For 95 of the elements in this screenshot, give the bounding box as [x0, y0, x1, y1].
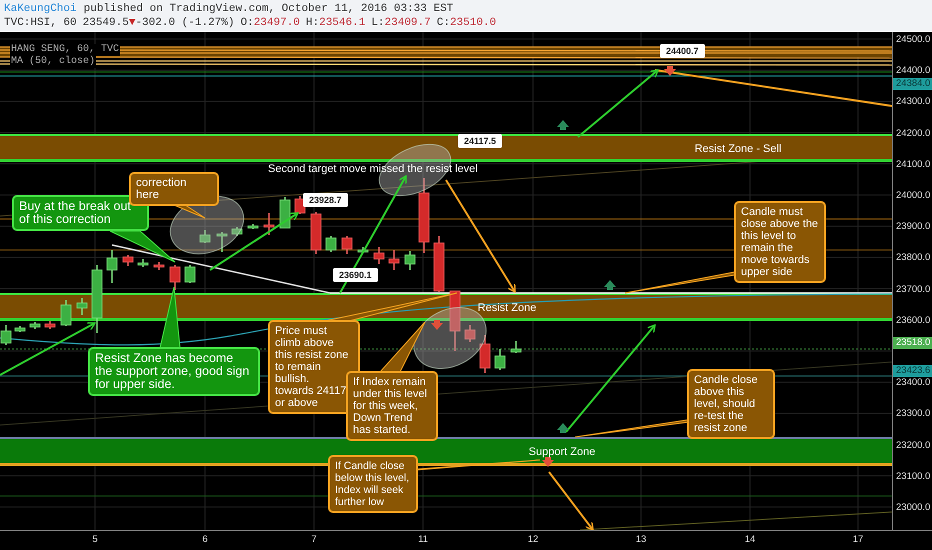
symbol-label: TVC:HSI, 60: [4, 16, 77, 30]
axis-tick-label: 23300.0: [896, 408, 930, 420]
candlestick: [14, 326, 26, 332]
zone-label: Resist Zone - Sell: [694, 142, 782, 156]
price-label: 23928.7: [303, 193, 348, 207]
axis-tick-label: 23000.0: [896, 502, 930, 513]
callout-pointer: [110, 230, 176, 262]
axis-tick-label: 23900.0: [896, 221, 930, 232]
candlestick: [310, 212, 322, 254]
axis-tick-label: 23200.0: [896, 440, 930, 451]
candlestick: [248, 224, 258, 229]
legend-text: MA (50, close): [10, 56, 96, 68]
axis-tick-label: 13: [636, 534, 646, 546]
chart-note: Second target move missed the resist level: [268, 163, 478, 176]
candlestick: [358, 247, 368, 253]
price-label: 24400.7: [660, 44, 705, 58]
candlestick: [0, 325, 12, 345]
down-arrow-icon: [664, 66, 676, 76]
axis-tick-label: 6: [202, 534, 208, 546]
callout: Candle close above this level, should re-test the resist zone: [687, 369, 775, 439]
candlestick: [200, 230, 210, 243]
candlestick: [76, 298, 88, 315]
candlestick: [494, 349, 506, 370]
axis-tick-label: 24100.0: [896, 158, 930, 170]
down-arrow-icon: [542, 457, 554, 467]
down-arrow-icon: ▼: [128, 16, 136, 30]
price-label: 23690.1: [333, 268, 378, 282]
zone-label: Resist Zone: [478, 302, 536, 314]
candlestick: [480, 335, 490, 373]
down-arrow-icon: [431, 320, 443, 330]
trend-arrow: [548, 471, 594, 530]
axis-tick-label: 12: [528, 534, 538, 546]
candlestick: [138, 259, 148, 267]
candlestick: [232, 227, 242, 236]
axis-tick-label: 11: [418, 534, 428, 546]
axis-tick-label: 23600.0: [896, 314, 930, 326]
candlestick: [264, 213, 274, 235]
ohlc-value: 23546.1: [319, 16, 366, 30]
zone-label: Support Zone: [528, 446, 596, 459]
axis-tick-label: 23100.0: [896, 470, 930, 482]
candlestick: [510, 341, 522, 353]
author-link[interactable]: KaKeungChoi: [4, 2, 77, 16]
ohlc-label: O:: [240, 16, 254, 30]
candlestick: [280, 197, 290, 228]
axis-tick-label: 14: [744, 534, 756, 546]
candlestick: [464, 325, 476, 342]
candlestick: [122, 255, 134, 266]
ohlc-value: 23510.0: [450, 16, 496, 30]
candlestick: [404, 251, 416, 270]
price-change: -302.0 (-1.27%): [135, 16, 234, 30]
callout: Resist Zone has become the support zone, good sign for upper side.: [88, 347, 260, 396]
up-arrow-icon: [604, 280, 616, 290]
candlestick: [216, 232, 228, 252]
axis-tick-label: 23800.0: [896, 252, 930, 264]
candlestick: [30, 322, 40, 329]
axis-tick-label: 24200.0: [896, 128, 930, 139]
callout: If Candle close below this level, Index will seek further low: [328, 455, 418, 513]
up-arrow-icon: [557, 120, 569, 130]
axis-tick-label: 24500.0: [896, 34, 930, 45]
axis-tick-label: 23400.0: [896, 377, 930, 388]
ohlc-value: 23409.7: [384, 16, 431, 30]
price-badge: 24384.0: [893, 78, 932, 90]
publish-info: published on TradingView.com, October 11, 2016 03:33 EST: [84, 2, 454, 16]
axis-tick-label: 24300.0: [896, 96, 930, 108]
candlestick: [450, 290, 460, 351]
axis-tick-label: 23700.0: [896, 284, 930, 295]
candlestick: [60, 300, 72, 326]
callout-pointer: [159, 286, 181, 348]
candlestick: [106, 250, 118, 283]
ohlc-label: C:: [436, 16, 450, 30]
callout: Candle must close above the this level to remain the move towards upper side: [734, 201, 826, 283]
ohlc-label: L:: [371, 16, 385, 30]
price-badge: 23423.6: [893, 365, 932, 377]
candlestick: [342, 236, 352, 254]
candlestick: [92, 265, 102, 333]
ohlc-label: H:: [306, 16, 320, 30]
price-badge: 23518.0: [893, 337, 932, 349]
up-arrow-icon: [557, 423, 569, 433]
last-price: 23549.5: [82, 16, 129, 30]
candlestick: [326, 236, 336, 252]
axis-tick-label: 5: [92, 534, 98, 546]
ohlc-value: 23497.0: [254, 16, 300, 30]
candlestick: [434, 236, 444, 292]
axis-tick-label: 7: [311, 534, 317, 546]
price-label: 24117.5: [458, 134, 502, 148]
legend-text: HANG SENG, 60, TVC: [10, 44, 120, 56]
candlestick: [388, 250, 400, 270]
candlestick: [170, 265, 180, 290]
candlestick: [374, 247, 384, 264]
axis-tick-label: 24000.0: [896, 190, 930, 201]
axis-tick-label: 17: [852, 534, 864, 546]
candlestick: [294, 196, 306, 214]
candlestick: [184, 265, 196, 283]
candlestick: [44, 321, 56, 329]
axis-tick-label: 24400.0: [896, 65, 930, 76]
